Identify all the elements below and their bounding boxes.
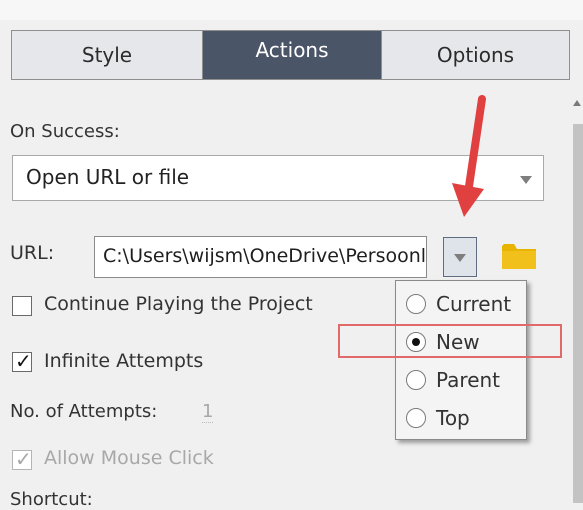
attempts-label: No. of Attempts:	[10, 401, 158, 422]
url-label: URL:	[10, 242, 55, 264]
chevron-down-icon	[520, 176, 532, 184]
radio-current[interactable]	[406, 294, 426, 314]
annotation-arrow	[452, 95, 486, 217]
url-window-dropdown-button[interactable]	[443, 237, 477, 277]
chevron-down-icon	[454, 254, 466, 262]
tab-bar: Style Actions Options	[11, 30, 570, 80]
option-label: Top	[436, 406, 470, 430]
menu-option-current[interactable]: Current	[406, 289, 511, 319]
option-label: Current	[436, 292, 512, 316]
on-success-label: On Success:	[10, 121, 120, 142]
infinite-attempts-checkbox[interactable]: ✓	[12, 349, 32, 373]
radio-top[interactable]	[406, 408, 426, 428]
url-value: C:\Users\wijsm\OneDrive\Persoonlijk	[103, 245, 427, 267]
infinite-attempts-label: Infinite Attempts	[44, 350, 204, 372]
allow-mouse-click-checkbox[interactable]: ✓	[12, 447, 32, 471]
menu-option-top[interactable]: Top	[406, 403, 470, 433]
top-strip	[0, 0, 583, 20]
window-options-menu: Current New Parent Top	[395, 280, 527, 440]
tab-options-label: Options	[436, 43, 515, 67]
allow-mouse-click-label: Allow Mouse Click	[44, 447, 214, 469]
continue-playing-checkbox[interactable]	[12, 296, 32, 316]
tab-style-label: Style	[81, 43, 133, 67]
scroll-up-arrow-icon[interactable]	[573, 100, 581, 106]
tab-style[interactable]: Style	[12, 31, 202, 79]
attempts-value[interactable]: 1	[202, 401, 214, 423]
scrollbar-thumb[interactable]	[573, 124, 583, 503]
url-input[interactable]: C:\Users\wijsm\OneDrive\Persoonlijk	[94, 236, 427, 278]
tab-actions[interactable]: Actions	[202, 31, 382, 79]
checkmark-icon: ✓	[15, 349, 32, 373]
annotation-highlight-box	[338, 324, 562, 358]
checkmark-icon: ✓	[15, 447, 32, 471]
continue-playing-label: Continue Playing the Project	[44, 293, 313, 315]
on-success-value: Open URL or file	[26, 165, 190, 189]
tab-actions-label: Actions	[255, 38, 329, 62]
folder-icon[interactable]	[502, 243, 536, 269]
tab-options[interactable]: Options	[382, 31, 569, 79]
shortcut-label: Shortcut:	[10, 489, 93, 510]
radio-parent[interactable]	[406, 370, 426, 390]
option-label: Parent	[436, 368, 501, 392]
menu-option-parent[interactable]: Parent	[406, 365, 500, 395]
